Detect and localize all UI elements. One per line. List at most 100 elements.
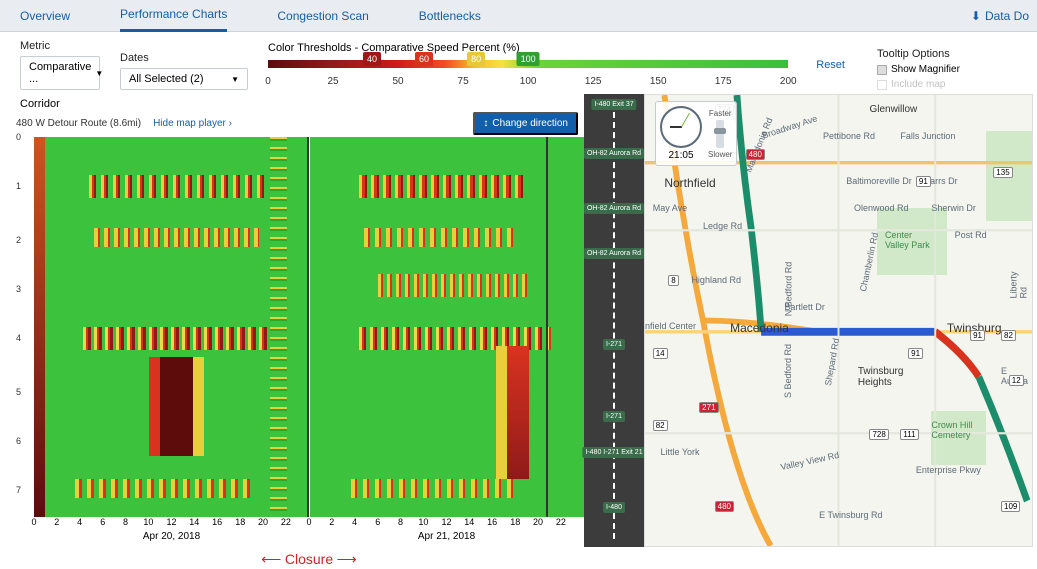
change-direction-button[interactable]: ↕ Change direction (473, 112, 578, 135)
metric-value: Comparative ... (29, 61, 91, 85)
speed-slider[interactable]: Faster Slower (708, 109, 732, 159)
segment-badge[interactable]: I-271 (603, 339, 625, 350)
segment-badge[interactable]: I-480 (603, 502, 625, 513)
tick: 50 (393, 76, 404, 87)
map-road-label: Falls Junction (900, 131, 955, 141)
route-shield: 91 (916, 176, 931, 187)
x-tick: 12 (441, 517, 451, 527)
closure-label: Closure (285, 551, 333, 567)
x-axis-day-2: 0 2 4 6 8 10 12 14 16 18 20 22 Apr 21, 2… (309, 517, 584, 547)
congestion-band (89, 175, 267, 198)
x-axis-day-1: 0 2 4 6 8 10 12 14 16 18 20 22 Apr 20, 2… (34, 517, 309, 547)
x-tick: 4 (77, 517, 82, 527)
segment-column: I-480 Exit 37 OH-82 Aurora Rd OH-82 Auro… (584, 94, 644, 547)
congestion-block (149, 357, 160, 456)
segment-badge[interactable]: I-480 Exit 37 (591, 99, 636, 110)
map-road-label: Pettibone Rd (823, 131, 875, 141)
x-tick: 0 (31, 517, 36, 527)
x-tick: 10 (418, 517, 428, 527)
tick: 75 (458, 76, 469, 87)
hide-map-player-link[interactable]: Hide map player › (153, 118, 232, 129)
show-magnifier-checkbox[interactable]: Show Magnifier (877, 64, 1017, 75)
x-tick: 22 (281, 517, 291, 527)
checkbox-icon (877, 80, 887, 90)
congestion-band (83, 327, 275, 350)
congestion-band (364, 228, 515, 247)
congestion-band (94, 228, 259, 247)
dates-select[interactable]: All Selected (2) ▼ (120, 68, 248, 90)
x-tick: 18 (235, 517, 245, 527)
y-tick: 3 (16, 284, 21, 294)
x-tick: 20 (533, 517, 543, 527)
show-magnifier-label: Show Magnifier (891, 64, 960, 75)
x-tick: 10 (143, 517, 153, 527)
route-shield: 728 (869, 429, 888, 440)
hide-map-label: Hide map player (153, 118, 226, 129)
x-tick: 22 (556, 517, 566, 527)
map-road-label: S Bedford Rd (783, 344, 793, 398)
tab-performance-charts[interactable]: Performance Charts (120, 0, 227, 32)
clock-column: 21:05 (660, 106, 702, 161)
route-shield: 111 (900, 429, 918, 440)
x-axis: 0 2 4 6 8 10 12 14 16 18 20 22 Apr 20, 2… (34, 517, 584, 547)
map-city-label: Northfield (664, 176, 715, 190)
x-tick: 8 (398, 517, 403, 527)
tab-overview[interactable]: Overview (20, 1, 70, 31)
time-cursor[interactable] (546, 137, 548, 517)
y-tick: 0 (16, 132, 21, 142)
x-tick: 20 (258, 517, 268, 527)
x-tick: 8 (123, 517, 128, 527)
segment-badge[interactable]: OH-82 Aurora Rd (584, 203, 644, 214)
route-shield: 14 (653, 348, 668, 359)
segment-badge[interactable]: I-271 (603, 411, 625, 422)
threshold-block: Color Thresholds - Comparative Speed Per… (268, 42, 788, 90)
segment-badge[interactable]: OH-82 Aurora Rd (584, 248, 644, 259)
threshold-ticks: 0 25 50 75 100 125 150 175 200 (268, 76, 788, 90)
map-panel[interactable]: Northfield Macedonia Twinsburg Twinsburg… (644, 94, 1033, 547)
main-layout: Corridor 480 W Detour Route (8.6mi) Hide… (0, 94, 1037, 547)
map-road-label: E Twinsburg Rd (819, 510, 882, 520)
map-road-label: nfield Center (645, 321, 696, 331)
metric-select[interactable]: Comparative ... ▼ (20, 56, 100, 90)
dates-group: Dates All Selected (2) ▼ (120, 52, 248, 90)
route-shield: 480 (715, 501, 734, 512)
evening-stripe (270, 137, 286, 517)
caret-down-icon: ▼ (95, 69, 103, 78)
threshold-badge-100[interactable]: 100 (517, 52, 540, 66)
map-road-label: Bartlett Dr (784, 302, 825, 312)
route-shield: 91 (908, 348, 923, 359)
segment-badge[interactable]: OH-82 Aurora Rd (584, 148, 644, 159)
heatmap[interactable]: 0 1 2 3 4 5 6 7 (16, 137, 584, 517)
y-tick: 6 (16, 436, 21, 446)
heatmap-day-1 (34, 137, 309, 517)
x-tick: 4 (352, 517, 357, 527)
map-road-label: Little York (660, 447, 699, 457)
heatmap-canvas (34, 137, 584, 517)
tab-bottlenecks[interactable]: Bottlenecks (419, 1, 481, 31)
segment-badge[interactable]: I-480 I-271 Exit 21 (582, 447, 645, 458)
include-map-checkbox[interactable]: Include map (877, 79, 1017, 90)
x-tick: 0 (306, 517, 311, 527)
clock-widget[interactable]: 21:05 Faster Slower (655, 101, 737, 166)
tick: 200 (780, 76, 797, 87)
x-tick: 2 (54, 517, 59, 527)
x-date-1: Apr 20, 2018 (34, 531, 309, 542)
reset-link[interactable]: Reset (816, 59, 845, 71)
download-icon: ⬇ (971, 9, 981, 23)
threshold-badge-40[interactable]: 40 (363, 52, 381, 66)
map-road-label: Highland Rd (691, 275, 741, 285)
congestion-band (351, 479, 516, 498)
faster-label: Faster (709, 109, 732, 118)
congestion-block (193, 357, 204, 456)
tab-congestion-scan[interactable]: Congestion Scan (277, 1, 368, 31)
threshold-badge-80[interactable]: 80 (467, 52, 485, 66)
metric-group: Metric Comparative ... ▼ (20, 40, 100, 90)
vertical-slider[interactable] (716, 120, 724, 148)
x-tick: 12 (166, 517, 176, 527)
tab-bar: Overview Performance Charts Congestion S… (0, 0, 1037, 32)
route-shield: 91 (970, 330, 985, 341)
clock-time: 21:05 (660, 150, 702, 161)
threshold-badge-60[interactable]: 60 (415, 52, 433, 66)
threshold-bar[interactable]: 40 60 80 100 (268, 60, 788, 72)
data-download-button[interactable]: ⬇ Data Do (971, 9, 1029, 23)
